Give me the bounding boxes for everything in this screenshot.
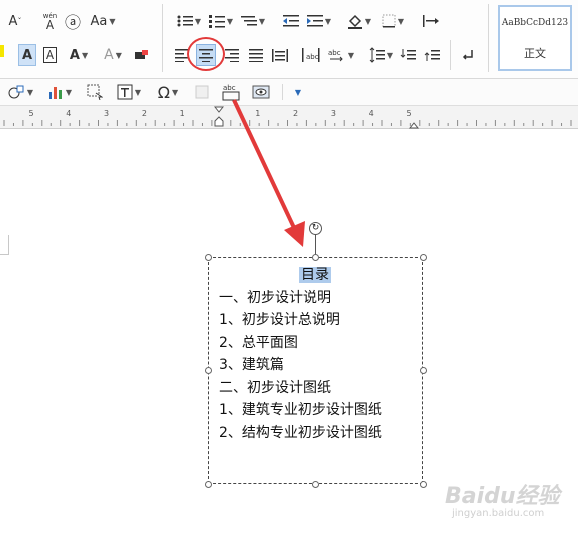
annotation-arrow xyxy=(232,99,305,247)
watermark-logo: Baidu经验 xyxy=(445,484,560,509)
watermark-url: jingyan.baidu.com xyxy=(452,508,545,519)
